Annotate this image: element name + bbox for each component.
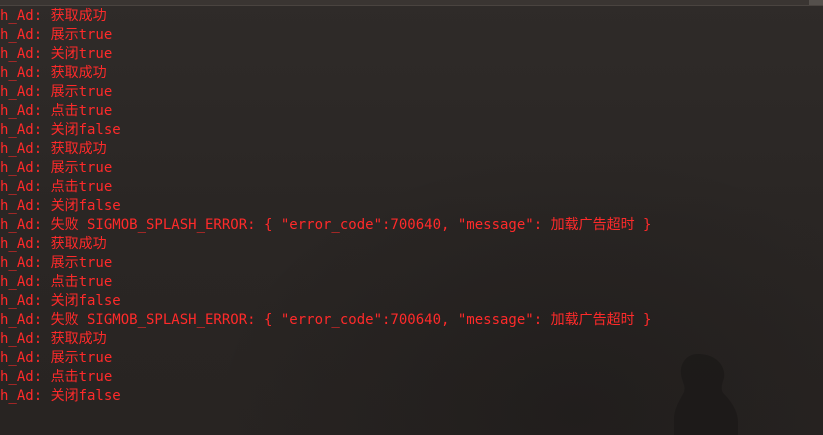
log-line: h_Ad: 获取成功 [0, 331, 107, 347]
log-line: h_Ad: 获取成功 [0, 65, 107, 81]
log-line: h_Ad: 关闭false [0, 293, 121, 309]
log-line: h_Ad: 关闭false [0, 198, 121, 214]
log-line-error: h_Ad: 失败 SIGMOB_SPLASH_ERROR: { "error_c… [0, 217, 652, 233]
log-line: h_Ad: 点击true [0, 274, 113, 290]
log-line: h_Ad: 获取成功 [0, 236, 107, 252]
log-line: h_Ad: 展示true [0, 27, 113, 43]
log-line: h_Ad: 点击true [0, 103, 113, 119]
log-line: h_Ad: 点击true [0, 179, 113, 195]
log-line: h_Ad: 关闭false [0, 388, 121, 404]
log-line: h_Ad: 获取成功 [0, 141, 107, 157]
background-figure-silhouette [674, 354, 738, 435]
log-line: h_Ad: 展示true [0, 160, 113, 176]
scrollbar[interactable] [817, 6, 823, 435]
log-line: h_Ad: 点击true [0, 369, 113, 385]
terminal-window: h_Ad: 获取成功 h_Ad: 展示true h_Ad: 关闭true h_A… [0, 0, 823, 435]
terminal-top-edge [0, 0, 823, 6]
window-corner [809, 0, 823, 5]
log-line-error: h_Ad: 失败 SIGMOB_SPLASH_ERROR: { "error_c… [0, 312, 652, 328]
log-line: h_Ad: 关闭true [0, 46, 113, 62]
log-line: h_Ad: 展示true [0, 255, 113, 271]
log-line: h_Ad: 展示true [0, 350, 113, 366]
log-line: h_Ad: 关闭false [0, 122, 121, 138]
log-output: h_Ad: 获取成功 h_Ad: 展示true h_Ad: 关闭true h_A… [0, 7, 651, 406]
log-line: h_Ad: 获取成功 [0, 8, 107, 24]
log-line: h_Ad: 展示true [0, 84, 113, 100]
